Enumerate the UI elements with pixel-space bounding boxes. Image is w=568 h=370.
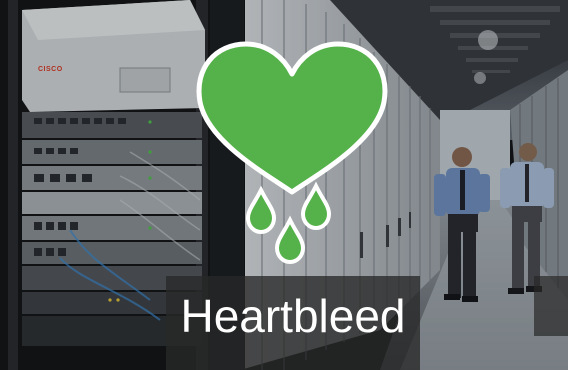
blood-drop-right — [300, 181, 332, 231]
side-panel — [534, 276, 568, 336]
blood-drop-left — [245, 185, 277, 235]
title-text: Heartbleed — [180, 290, 406, 342]
heart-shape — [196, 41, 388, 195]
title-panel: Heartbleed — [166, 276, 420, 370]
heartbleed-banner: CISCO Heartbleed — [0, 0, 568, 370]
vendor-logo: CISCO — [38, 66, 63, 73]
bleeding-heart-icon — [196, 41, 388, 265]
blood-drop-bottom — [274, 215, 306, 265]
